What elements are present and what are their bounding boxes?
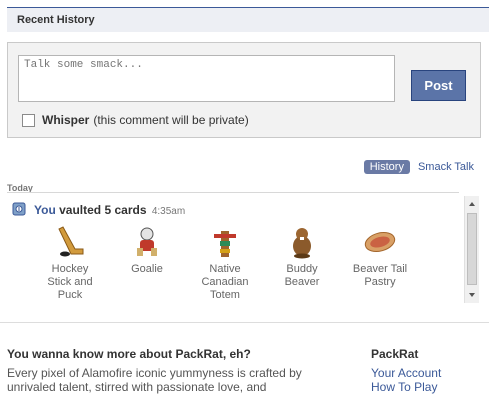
card-name: Buddy Beaver [284, 263, 320, 288]
feed-action: vaulted 5 cards [59, 203, 147, 217]
how-to-play-link[interactable]: How To Play [371, 380, 437, 394]
card-name: Hockey Stick and Puck [47, 263, 93, 301]
section-header: Recent History [7, 7, 489, 32]
more-heading: You wanna know more about PackRat, eh? [7, 347, 251, 361]
whisper-label: Whisper [42, 113, 90, 127]
section-divider [0, 322, 489, 323]
comment-composer: Post Whisper (this comment will be priva… [7, 42, 481, 138]
your-account-link[interactable]: Your Account [371, 366, 441, 380]
sidebar-title: PackRat [371, 347, 419, 361]
card-item[interactable]: Goalie [117, 225, 177, 276]
comment-input[interactable] [18, 55, 395, 102]
card-name: Goalie [131, 263, 163, 275]
card-item[interactable]: Buddy Beaver [272, 225, 332, 289]
feed-entry: You vaulted 5 cards 4:35am [34, 203, 185, 217]
pastry-icon [364, 231, 396, 253]
history-tabs: History Smack Talk [363, 160, 474, 174]
more-description: Every pixel of Alamofire iconic yummynes… [7, 366, 302, 394]
card-name: Native Canadian Totem [201, 263, 249, 301]
feed-time: 4:35am [151, 206, 186, 217]
tab-history[interactable]: History [363, 160, 410, 174]
vault-icon [12, 202, 26, 216]
tab-smack-talk[interactable]: Smack Talk [418, 161, 474, 173]
card-item[interactable]: Hockey Stick and Puck [40, 225, 100, 302]
card-name: Beaver Tail Pastry [352, 263, 408, 288]
scroll-up-icon[interactable] [469, 202, 475, 206]
actor-link[interactable]: You [34, 203, 56, 217]
whisper-checkbox[interactable] [22, 113, 35, 127]
section-title: Recent History [17, 14, 95, 26]
goalie-icon [137, 227, 157, 256]
totem-icon [214, 231, 236, 257]
whisper-note: (this comment will be private) [93, 113, 249, 127]
hockey-stick-icon [58, 226, 84, 257]
feed-scrollbar[interactable] [464, 196, 479, 303]
beaver-icon [293, 228, 311, 259]
day-divider [7, 192, 459, 193]
scroll-down-icon[interactable] [469, 293, 475, 297]
card-item[interactable]: Native Canadian Totem [195, 225, 255, 302]
post-button[interactable]: Post [411, 70, 466, 101]
card-item[interactable]: Beaver Tail Pastry [350, 225, 410, 289]
scroll-thumb[interactable] [467, 213, 477, 285]
whisper-option[interactable]: Whisper (this comment will be private) [22, 113, 249, 127]
